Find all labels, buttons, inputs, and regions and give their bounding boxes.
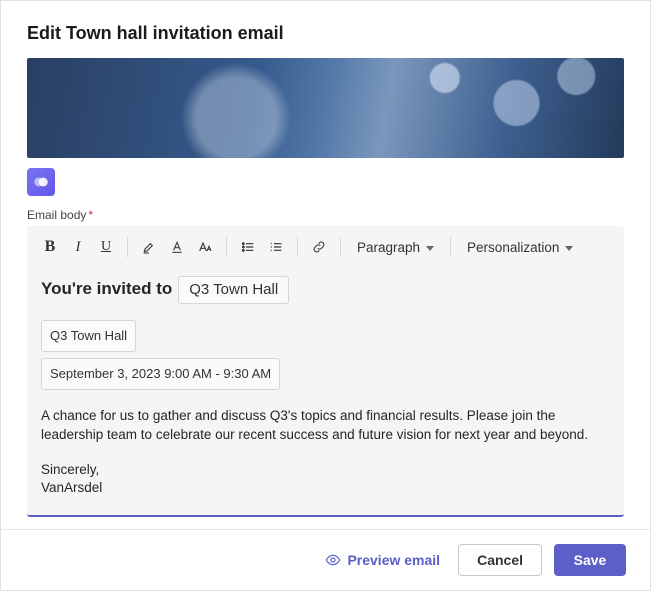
invite-prefix: You're invited to bbox=[41, 277, 172, 302]
italic-button[interactable]: I bbox=[65, 234, 91, 260]
closing-line: Sincerely, bbox=[41, 461, 610, 479]
personalization-select[interactable]: Personalization bbox=[459, 236, 581, 259]
highlight-button[interactable] bbox=[136, 234, 162, 260]
preview-email-link[interactable]: Preview email bbox=[325, 552, 440, 568]
numbered-list-button[interactable] bbox=[263, 234, 289, 260]
brand-logo bbox=[27, 168, 55, 196]
toolbar-separator bbox=[226, 237, 227, 257]
action-bar: Preview email Cancel Save bbox=[1, 529, 650, 590]
toolbar-separator bbox=[127, 237, 128, 257]
event-time-token[interactable]: September 3, 2023 9:00 AM - 9:30 AM bbox=[41, 358, 280, 390]
page-title: Edit Town hall invitation email bbox=[27, 23, 624, 44]
editor-content[interactable]: You're invited to Q3 Town Hall Q3 Town H… bbox=[27, 264, 624, 515]
paragraph-style-select[interactable]: Paragraph bbox=[349, 236, 442, 259]
editor-toolbar: B I U P bbox=[27, 226, 624, 264]
cancel-button[interactable]: Cancel bbox=[458, 544, 542, 576]
email-body-label: Email body* bbox=[27, 208, 624, 222]
numbered-list-icon bbox=[268, 239, 284, 255]
save-button[interactable]: Save bbox=[554, 544, 626, 576]
eye-icon bbox=[325, 552, 341, 568]
bullet-list-icon bbox=[240, 239, 256, 255]
toolbar-separator bbox=[297, 237, 298, 257]
chevron-down-icon bbox=[565, 246, 573, 251]
email-description: A chance for us to gather and discuss Q3… bbox=[41, 406, 610, 445]
bulleted-list-button[interactable] bbox=[235, 234, 261, 260]
font-size-button[interactable] bbox=[192, 234, 218, 260]
email-body-editor: B I U P bbox=[27, 226, 624, 517]
link-icon bbox=[311, 239, 327, 255]
toolbar-separator bbox=[450, 237, 451, 257]
signature-name: VanArsdel bbox=[41, 479, 610, 497]
toolbar-separator bbox=[340, 237, 341, 257]
highlighter-icon bbox=[141, 239, 157, 255]
font-color-icon bbox=[169, 239, 185, 255]
email-banner-image bbox=[27, 58, 624, 158]
link-button[interactable] bbox=[306, 234, 332, 260]
font-size-icon bbox=[197, 239, 213, 255]
overlap-circles-icon bbox=[32, 173, 50, 191]
underline-button[interactable]: U bbox=[93, 234, 119, 260]
font-color-button[interactable] bbox=[164, 234, 190, 260]
chevron-down-icon bbox=[426, 246, 434, 251]
bold-button[interactable]: B bbox=[37, 234, 63, 260]
event-title-token[interactable]: Q3 Town Hall bbox=[178, 276, 289, 304]
event-name-token[interactable]: Q3 Town Hall bbox=[41, 320, 136, 352]
